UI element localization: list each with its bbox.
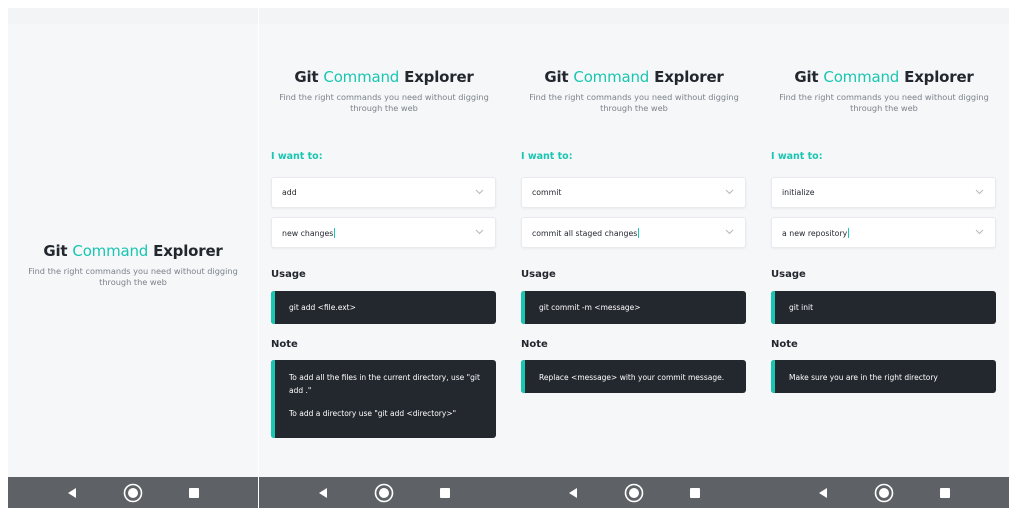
usage-heading: Usage [271, 269, 306, 280]
nav-recent-button[interactable] [184, 477, 204, 508]
action-select-value: add [282, 188, 297, 197]
usage-heading: Usage [521, 269, 556, 280]
phone-screen-init: Git Command Explorer Find the right comm… [759, 8, 1009, 508]
accent-bar [521, 360, 525, 393]
usage-code-box: git init [771, 291, 996, 324]
chevron-down-icon [975, 229, 984, 235]
nav-back-button[interactable] [813, 477, 833, 508]
i-want-to-label: I want to: [771, 151, 823, 162]
text-cursor [848, 228, 850, 238]
status-bar [8, 8, 258, 24]
home-circle-icon [624, 483, 644, 502]
nav-recent-button[interactable] [435, 477, 455, 508]
note-text: Make sure you are in the right directory [789, 373, 938, 382]
nav-home-button[interactable] [123, 477, 143, 508]
text-cursor [638, 228, 640, 238]
home-circle-icon [374, 483, 394, 502]
note-text: Replace <message> with your commit messa… [539, 373, 725, 382]
app-title: Git Command Explorer [294, 68, 474, 86]
home-circle-icon [123, 483, 143, 502]
system-nav-bar [759, 477, 1009, 508]
nav-recent-button[interactable] [685, 477, 705, 508]
home-circle-icon [874, 483, 894, 502]
chevron-down-icon [725, 229, 734, 235]
status-bar [509, 8, 759, 24]
note-heading: Note [271, 339, 298, 350]
system-nav-bar [259, 477, 509, 508]
back-triangle-icon [818, 487, 827, 498]
app-title: Git Command Explorer [43, 242, 223, 260]
accent-bar [771, 291, 775, 324]
usage-command: git add <file.ext> [289, 303, 356, 312]
app-title: Git Command Explorer [544, 68, 724, 86]
accent-bar [271, 291, 275, 324]
nav-home-button[interactable] [374, 477, 394, 508]
usage-command: git init [789, 303, 814, 312]
nav-recent-button[interactable] [935, 477, 955, 508]
app-header: Git Command Explorer Find the right comm… [759, 68, 1009, 114]
action-select-value: initialize [782, 188, 815, 197]
system-nav-bar [8, 477, 258, 508]
note-box: To add all the files in the current dire… [271, 360, 496, 438]
action-select[interactable]: commit [521, 177, 746, 208]
recent-square-icon [189, 487, 199, 498]
option-select[interactable]: commit all staged changes [521, 217, 746, 248]
status-bar [759, 8, 1009, 24]
app-header: Git Command Explorer Find the right comm… [259, 68, 509, 114]
app-header: Git Command Explorer Find the right comm… [509, 68, 759, 114]
chevron-down-icon [475, 229, 484, 235]
nav-home-button[interactable] [624, 477, 644, 508]
app-header: Git Command Explorer Find the right comm… [8, 242, 258, 288]
action-select-value: commit [532, 188, 562, 197]
recent-square-icon [690, 487, 700, 498]
nav-back-button[interactable] [313, 477, 333, 508]
text-cursor [334, 228, 336, 238]
note-text: To add all the files in the current dire… [289, 373, 480, 418]
i-want-to-label: I want to: [521, 151, 573, 162]
system-nav-bar [509, 477, 759, 508]
nav-back-button[interactable] [563, 477, 583, 508]
option-select[interactable]: a new repository [771, 217, 996, 248]
back-triangle-icon [67, 487, 76, 498]
phone-screen-add: Git Command Explorer Find the right comm… [259, 8, 509, 508]
phone-screen-commit: Git Command Explorer Find the right comm… [509, 8, 759, 508]
chevron-down-icon [475, 189, 484, 195]
option-select-value: a new repository [782, 228, 850, 238]
option-select-value: new changes [282, 228, 336, 238]
usage-command: git commit -m <message> [539, 303, 641, 312]
recent-square-icon [440, 487, 450, 498]
back-triangle-icon [568, 487, 577, 498]
app-subtitle: Find the right commands you need without… [779, 92, 989, 113]
back-triangle-icon [318, 487, 327, 498]
status-bar [259, 8, 509, 24]
option-select[interactable]: new changes [271, 217, 496, 248]
app-subtitle: Find the right commands you need without… [279, 92, 489, 113]
chevron-down-icon [725, 189, 734, 195]
chevron-down-icon [975, 189, 984, 195]
phone-screen-splash: Git Command Explorer Find the right comm… [8, 8, 258, 508]
usage-code-box: git add <file.ext> [271, 291, 496, 324]
app-subtitle: Find the right commands you need without… [28, 266, 238, 287]
option-select-value: commit all staged changes [532, 228, 640, 238]
recent-square-icon [940, 487, 950, 498]
app-subtitle: Find the right commands you need without… [529, 92, 739, 113]
i-want-to-label: I want to: [271, 151, 323, 162]
note-heading: Note [521, 339, 548, 350]
action-select[interactable]: add [271, 177, 496, 208]
usage-code-box: git commit -m <message> [521, 291, 746, 324]
nav-home-button[interactable] [874, 477, 894, 508]
app-title: Git Command Explorer [794, 68, 974, 86]
accent-bar [771, 360, 775, 393]
accent-bar [521, 291, 525, 324]
note-box: Replace <message> with your commit messa… [521, 360, 746, 393]
note-heading: Note [771, 339, 798, 350]
nav-back-button[interactable] [62, 477, 82, 508]
note-box: Make sure you are in the right directory [771, 360, 996, 393]
action-select[interactable]: initialize [771, 177, 996, 208]
accent-bar [271, 360, 275, 438]
usage-heading: Usage [771, 269, 806, 280]
